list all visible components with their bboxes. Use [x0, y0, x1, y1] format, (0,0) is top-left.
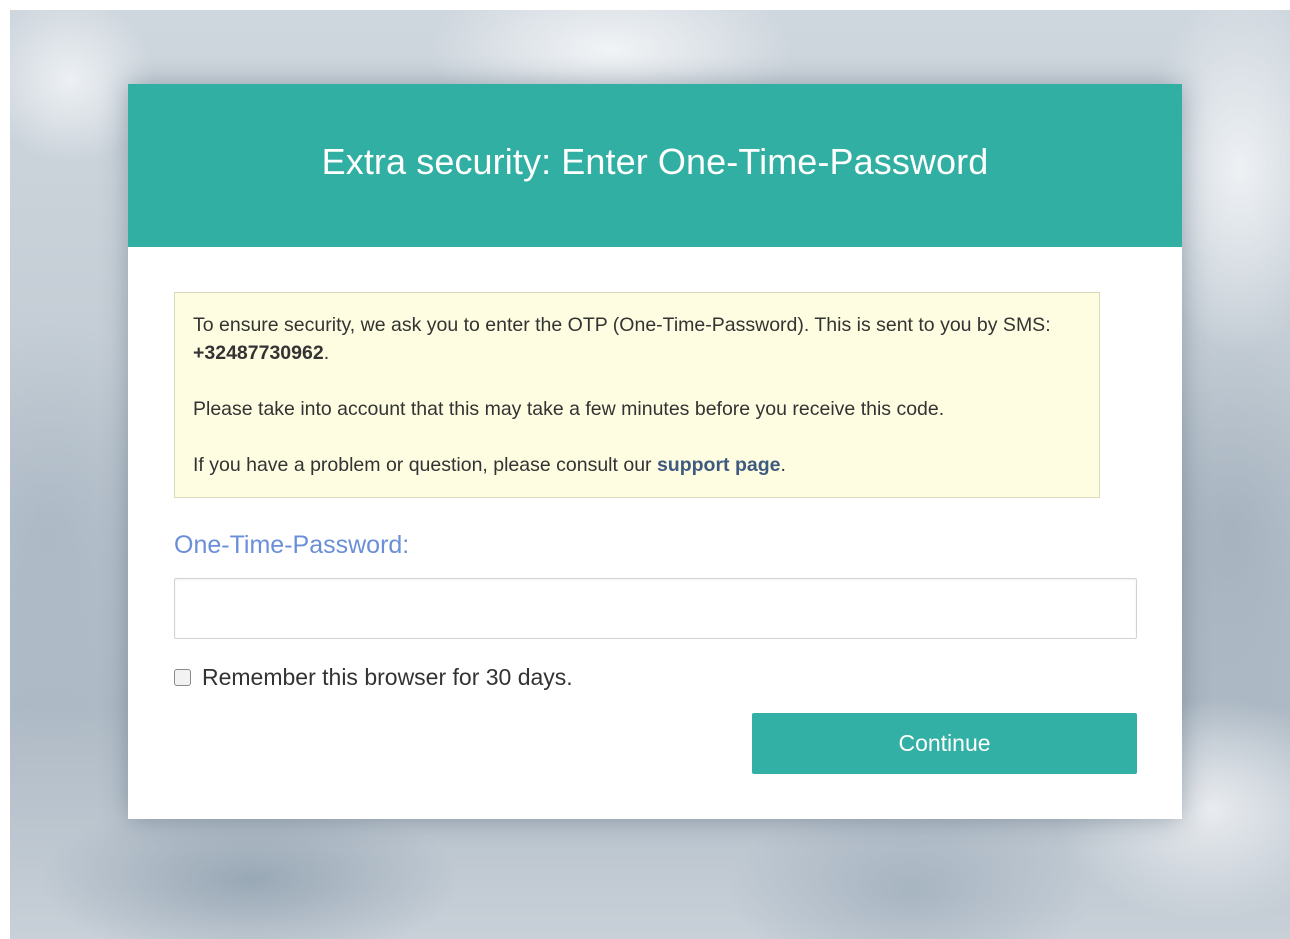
notice-sms-paragraph: To ensure security, we ask you to enter …	[193, 311, 1081, 367]
dialog-body: To ensure security, we ask you to enter …	[128, 247, 1182, 691]
notice-sms-text: To ensure security, we ask you to enter …	[193, 314, 1051, 336]
otp-dialog: Extra security: Enter One-Time-Password …	[128, 84, 1182, 819]
remember-browser-row: Remember this browser for 30 days.	[174, 663, 1137, 691]
notice-sms-suffix: .	[323, 342, 330, 364]
otp-input[interactable]	[174, 578, 1137, 639]
notice-support-suffix: .	[780, 454, 786, 476]
info-notice: To ensure security, we ask you to enter …	[174, 292, 1100, 498]
continue-button[interactable]: Continue	[752, 713, 1137, 774]
notice-support-paragraph: If you have a problem or question, pleas…	[193, 451, 1081, 479]
otp-label: One-Time-Password:	[174, 531, 410, 559]
dialog-header: Extra security: Enter One-Time-Password	[128, 84, 1182, 247]
support-page-link[interactable]: support page	[657, 454, 781, 476]
dialog-title: Extra security: Enter One-Time-Password	[321, 140, 989, 182]
phone-number: +32487730962	[193, 342, 324, 364]
notice-support-text: If you have a problem or question, pleas…	[193, 454, 657, 476]
notice-delay-paragraph: Please take into account that this may t…	[193, 398, 945, 420]
remember-browser-label[interactable]: Remember this browser for 30 days.	[202, 663, 573, 691]
remember-browser-checkbox[interactable]	[174, 668, 191, 686]
